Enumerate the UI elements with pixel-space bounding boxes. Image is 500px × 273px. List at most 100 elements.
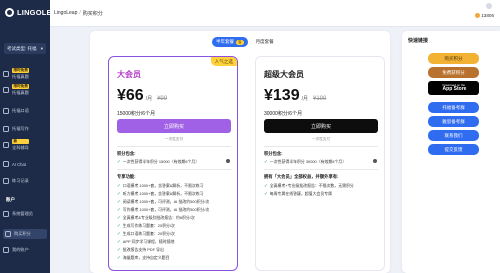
sidebar-item-tutoring[interactable]: 新 全科辅导: [3, 139, 47, 151]
sidebar-item-label: 购买积分: [14, 231, 31, 236]
divider: [117, 146, 231, 147]
tab-half-year[interactable]: 半年套餐 省: [212, 37, 248, 47]
feedback-link[interactable]: 提交反馈: [428, 144, 479, 155]
price-unit: /月: [145, 96, 153, 102]
popular-badge: 人气之选: [210, 57, 237, 66]
plan-price: ¥66 /月 ¥99: [117, 87, 167, 105]
plan-title: 超级大会员: [264, 70, 304, 79]
info-icon[interactable]: [373, 159, 377, 163]
feature-item: ✓ APP 同步学习课程，随时随地: [117, 239, 237, 245]
features-section-label: 专享功能:: [117, 174, 136, 179]
coin-icon: [474, 13, 480, 18]
check-icon: ✓: [117, 183, 121, 188]
avatar[interactable]: [486, 3, 492, 9]
plan-card-super-vip: 超级大会员 ¥139 /月 ¥199 30000积分/6个月 立即购买 一次性支…: [255, 56, 385, 271]
feature-text: 听力模考 1000+套，含答案&解析，不限次练习: [122, 191, 204, 196]
chevron-down-icon: ▾: [40, 45, 43, 51]
app-store-button[interactable]: Download on the App Store: [428, 81, 479, 95]
feature-text: 生成口语练习题套：20积分/次: [122, 231, 175, 236]
topbar: [50, 0, 500, 27]
breadcrumb-root[interactable]: LingoLeap: [54, 10, 77, 17]
document-icon: [3, 87, 9, 93]
feature-text: 全真模考+专业级批改报告：不限次数，无需积分: [269, 183, 354, 188]
divider: [117, 169, 231, 170]
settings-icon: [3, 211, 9, 217]
sidebar-item-label: 托福真题: [12, 74, 29, 79]
logo-icon: [5, 8, 14, 17]
check-icon: ✓: [117, 247, 121, 252]
app-store-text: App Store: [442, 86, 467, 92]
check-icon: ✓: [117, 239, 121, 244]
pen-icon: [3, 126, 9, 132]
graduation-icon: [3, 142, 9, 148]
feature-item: ✓ 每周专属在线答疑，超值大会员专属: [264, 191, 384, 197]
clock-icon: [3, 178, 9, 184]
info-icon[interactable]: [226, 159, 230, 163]
plan-price: ¥139 /月 ¥199: [264, 87, 326, 105]
feature-text: APP 同步学习课程，随时随地: [122, 239, 175, 244]
check-icon: ✓: [117, 207, 121, 212]
exam-type-select[interactable]: 考试类型: 托福 ▾: [4, 43, 46, 54]
account-section-title: 账户: [6, 197, 15, 202]
tab-monthly[interactable]: 月度套餐: [252, 37, 278, 47]
breadcrumb: LingoLeap / 购买积分: [54, 10, 103, 17]
coin-balance: 13806: [474, 13, 494, 18]
exam-type-value: 考试类型: 托福: [7, 45, 37, 51]
check-icon: ✓: [264, 191, 268, 196]
feature-item: ✓ 生成口语练习题套：20积分/次: [117, 231, 237, 237]
plan-card-vip: 人气之选 大会员 ¥66 /月 ¥99 15000积分/6个月 立即购买 一次性…: [108, 56, 238, 271]
sidebar-item-admin[interactable]: 系统管理员: [3, 211, 47, 217]
ielts-group-link[interactable]: 雅思备考群: [428, 116, 479, 127]
plan-title: 大会员: [117, 70, 141, 79]
payment-note: 一次性支付: [165, 137, 183, 141]
price-unit: /月: [301, 96, 308, 102]
sidebar-item-tofel-real[interactable]: 限时免费 托福真题: [3, 68, 47, 80]
breadcrumb-separator: /: [79, 10, 81, 16]
check-icon: ✓: [264, 159, 268, 164]
sidebar-item-tofel-real-2[interactable]: 限时免费 托福真题: [3, 84, 47, 96]
buy-super-vip-button[interactable]: 立即购买: [264, 119, 378, 133]
sidebar-item-label: 练习记录: [12, 178, 29, 183]
sidebar-item-ai-chat[interactable]: AI Chat: [3, 161, 47, 167]
chat-icon: [3, 161, 9, 167]
user-icon: [3, 247, 9, 253]
feature-item: ✓ 全真模考+专业级批改报告：不限次数，无需积分: [264, 183, 384, 189]
feature-item: ✓ 听力模考 1000+套，含答案&解析，不限次练习: [117, 191, 237, 197]
new-badge: 新: [12, 139, 29, 144]
sidebar-item-history[interactable]: 练习记录: [3, 178, 47, 184]
sidebar-item-buy-points[interactable]: 购买积分: [3, 229, 47, 239]
sidebar-item-label: 托福口语: [12, 108, 29, 113]
sidebar-item-label: 全科辅导: [12, 145, 29, 150]
free-points-button[interactable]: 免费获积分: [428, 67, 479, 78]
buy-vip-button[interactable]: 立即购买: [117, 119, 231, 133]
feature-text: 生成写作练习题套：20积分/次: [122, 223, 175, 228]
feature-text: 阅读模考 1000+套，可评测，AI 批改约500积分/次: [122, 199, 210, 204]
original-price: ¥199: [312, 96, 327, 102]
feature-item: ✓ 生成写作练习题套：20积分/次: [117, 223, 237, 229]
feature-item: ✓ 全真模考&专业级别批改报告：约6积分/次: [117, 215, 237, 221]
original-price: ¥99: [157, 96, 168, 102]
check-icon: ✓: [264, 183, 268, 188]
save-badge: 省: [236, 39, 244, 45]
divider: [264, 146, 378, 147]
feature-item: ✓ 海量题库，支持自定义题目: [117, 255, 237, 261]
buy-points-button[interactable]: 购买积分: [428, 53, 479, 64]
tab-label: 月度套餐: [255, 39, 274, 44]
divider: [264, 169, 378, 170]
sidebar-item-speaking[interactable]: 托福口语: [3, 108, 47, 114]
feature-item: ✓ 阅读模考 1000+套，可评测，AI 批改约500积分/次: [117, 199, 237, 205]
sidebar-item-my-account[interactable]: 我的账户: [3, 247, 47, 253]
check-icon: ✓: [117, 231, 121, 236]
points-note: 30000积分/6个月: [264, 111, 303, 117]
check-icon: ✓: [117, 223, 121, 228]
price-value: ¥66: [117, 87, 144, 104]
sidebar-item-label: 系统管理员: [12, 211, 33, 216]
tab-label: 半年套餐: [216, 39, 234, 44]
book-icon: [3, 71, 9, 77]
contact-us-link[interactable]: 联系我们: [428, 130, 479, 141]
points-section-label: 积分包含:: [117, 151, 136, 156]
toefl-group-link[interactable]: 托福备考群: [428, 102, 479, 113]
feature-text: 批改报告支持 PDF 导出: [122, 247, 164, 252]
sidebar-item-writing[interactable]: 托福写作: [3, 126, 47, 132]
points-section-label: 积分包含:: [264, 151, 283, 156]
